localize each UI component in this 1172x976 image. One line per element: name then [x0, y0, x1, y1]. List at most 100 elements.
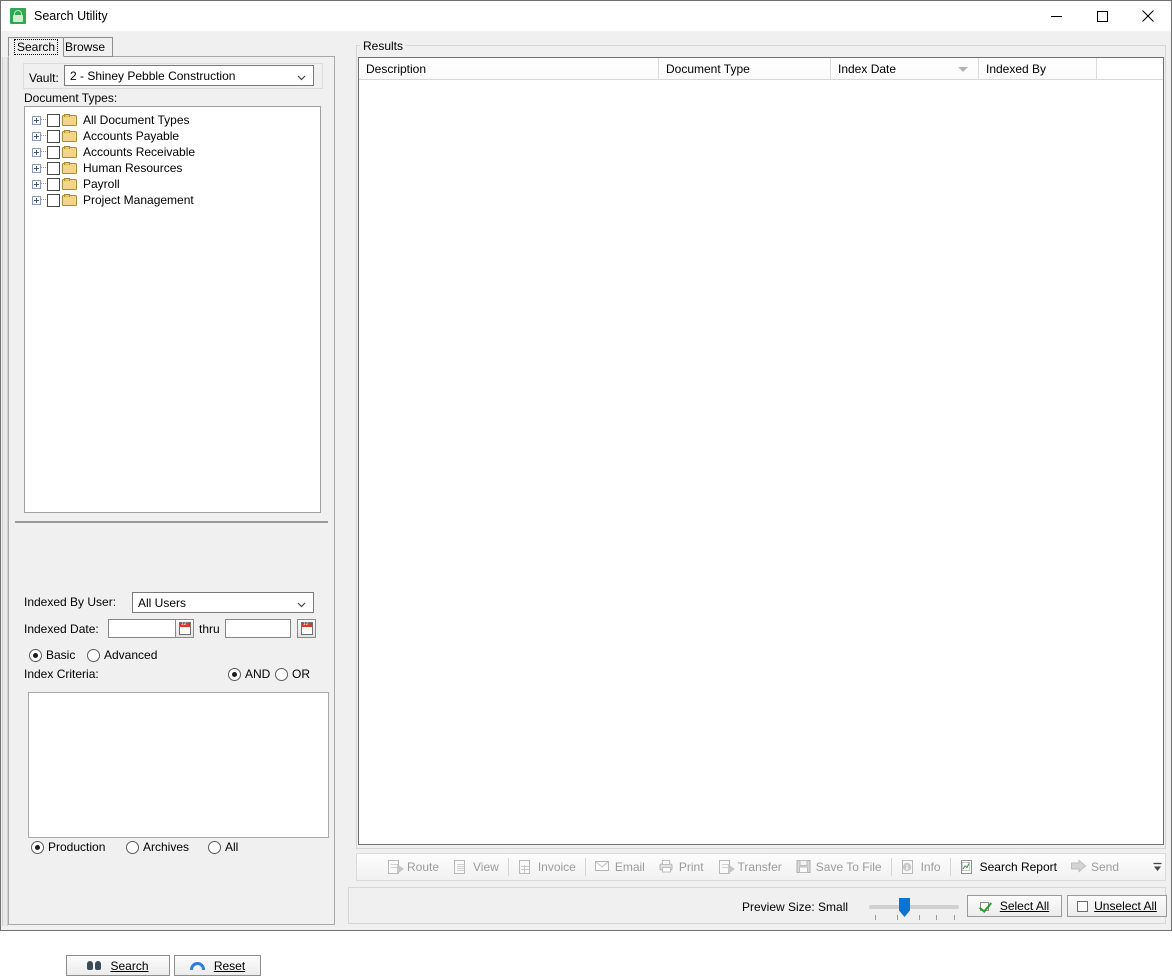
tab-search[interactable]: Search — [8, 37, 65, 57]
radio-production-dot — [31, 840, 44, 854]
index-criteria-list[interactable] — [28, 692, 329, 838]
results-listview[interactable]: Description Document Type Index Date Ind… — [358, 57, 1164, 845]
tree-item-label: Payroll — [83, 177, 120, 191]
tab-search-label: Search — [14, 39, 59, 55]
expand-plus-icon[interactable] — [32, 179, 41, 189]
indexed-date-from-input[interactable] — [108, 619, 176, 638]
select-all-label: Select All — [999, 899, 1050, 913]
info-icon — [901, 859, 917, 875]
green-check-icon — [979, 900, 994, 913]
radio-or-label: OR — [292, 667, 310, 681]
empty-checkbox-icon — [1077, 900, 1089, 912]
column-header-indexed-by[interactable]: Indexed By — [979, 58, 1097, 79]
vault-combobox[interactable]: 2 - Shiney Pebble Construction — [64, 65, 314, 86]
expand-plus-icon[interactable] — [32, 115, 41, 125]
results-border-right — [403, 45, 1166, 46]
radio-and[interactable]: AND — [228, 667, 270, 681]
document-types-label: Document Types: — [24, 91, 118, 105]
tree-connector — [41, 135, 46, 137]
tree-checkbox[interactable] — [47, 145, 60, 159]
toolbar-button-info-label: Info — [920, 860, 941, 874]
radio-or-dot — [275, 667, 288, 681]
folder-icon — [62, 129, 78, 143]
tree-checkbox[interactable] — [47, 193, 60, 207]
envelope-icon — [594, 859, 611, 875]
radio-basic-dot — [29, 648, 42, 662]
reset-button[interactable]: Reset — [174, 955, 261, 976]
reset-button-label: Reset — [213, 958, 246, 973]
radio-advanced[interactable]: Advanced — [87, 648, 157, 662]
radio-all[interactable]: All — [208, 840, 238, 854]
tree-item-label: Accounts Payable — [83, 129, 180, 143]
search-criteria-panel: Vault: 2 - Shiney Pebble Construction Do… — [8, 56, 335, 976]
overflow-chevron-icon[interactable] — [1151, 858, 1163, 878]
tree-item[interactable]: Payroll — [25, 176, 320, 192]
chevron-down-icon — [297, 598, 306, 608]
expand-plus-icon[interactable] — [32, 131, 41, 141]
tree-item[interactable]: Human Resources — [25, 160, 320, 176]
radio-archives[interactable]: Archives — [126, 840, 189, 854]
send-arrow-icon — [1070, 859, 1087, 875]
tree-item[interactable]: Accounts Receivable — [25, 144, 320, 160]
indexed-by-user-combobox[interactable]: All Users — [132, 592, 314, 613]
calendar-icon[interactable]: 12 — [175, 619, 194, 638]
document-types-tree[interactable]: All Document Types Accounts Payable Acco… — [24, 106, 321, 513]
toolbar-button-invoice[interactable]: Invoice — [511, 855, 583, 879]
window-bottom-strip — [2, 926, 1170, 930]
calendar-icon[interactable]: 12 — [297, 619, 316, 638]
status-bar: Preview Size: Small Select All Unselect … — [348, 887, 1167, 924]
tree-connector — [41, 167, 46, 169]
toolbar-button-info[interactable]: Info — [894, 855, 948, 879]
expand-plus-icon[interactable] — [32, 147, 41, 157]
tree-item[interactable]: Accounts Payable — [25, 128, 320, 144]
unselect-all-label: Unselect All — [1094, 899, 1157, 913]
toolbar-button-search-report-label: Search Report — [979, 860, 1057, 874]
expand-plus-icon[interactable] — [32, 195, 41, 205]
invoice-icon — [518, 859, 534, 875]
tree-checkbox[interactable] — [47, 129, 60, 143]
toolbar-button-route[interactable]: Route — [380, 855, 446, 879]
preview-size-slider[interactable] — [869, 898, 959, 922]
radio-all-dot — [208, 840, 221, 854]
window-title: Search Utility — [34, 9, 108, 23]
search-button[interactable]: Search — [66, 955, 170, 976]
toolbar-button-print[interactable]: Print — [652, 855, 711, 879]
select-all-button[interactable]: Select All — [967, 895, 1062, 917]
toolbar-button-search-report[interactable]: Search Report — [953, 855, 1064, 879]
radio-or[interactable]: OR — [275, 667, 310, 681]
tree-checkbox[interactable] — [47, 161, 60, 175]
toolbar-button-save-to-file[interactable]: Save To File — [789, 855, 889, 879]
unselect-all-button[interactable]: Unselect All — [1067, 895, 1167, 917]
expand-plus-icon[interactable] — [32, 163, 41, 173]
toolbar-button-view[interactable]: View — [446, 855, 506, 879]
maximize-icon[interactable] — [1079, 1, 1125, 31]
column-header-index-date[interactable]: Index Date — [831, 58, 979, 79]
minimize-icon[interactable] — [1033, 1, 1079, 31]
slider-thumb[interactable] — [899, 898, 910, 917]
sort-descending-icon — [958, 67, 968, 72]
preview-size-label: Preview Size: Small — [742, 900, 849, 914]
app-lock-icon — [10, 8, 26, 24]
tree-connector — [41, 151, 46, 153]
tree-checkbox[interactable] — [47, 177, 60, 191]
toolbar-button-transfer[interactable]: Transfer — [711, 855, 789, 879]
tab-browse[interactable]: Browse — [58, 37, 114, 57]
toolbar-button-email[interactable]: Email — [588, 855, 652, 879]
toolbar-separator — [949, 858, 951, 876]
radio-basic-label: Basic — [46, 648, 76, 662]
toolbar-button-send[interactable]: Send — [1064, 855, 1126, 879]
column-header-document-type[interactable]: Document Type — [659, 58, 831, 79]
radio-basic[interactable]: Basic — [29, 648, 75, 662]
tree-item[interactable]: All Document Types — [25, 112, 320, 128]
indexed-date-to-input[interactable] — [225, 619, 291, 638]
column-header-document-type-label: Document Type — [666, 61, 750, 76]
toolbar-button-print-label: Print — [678, 860, 704, 874]
close-icon[interactable] — [1125, 1, 1171, 31]
column-header-description[interactable]: Description — [359, 58, 659, 79]
folder-icon — [62, 145, 78, 159]
toolbar-separator — [890, 858, 892, 876]
tree-item[interactable]: Project Management — [25, 192, 320, 208]
toolbar-button-transfer-label: Transfer — [737, 860, 782, 874]
tree-checkbox[interactable] — [47, 113, 60, 127]
radio-production[interactable]: Production — [31, 840, 105, 854]
